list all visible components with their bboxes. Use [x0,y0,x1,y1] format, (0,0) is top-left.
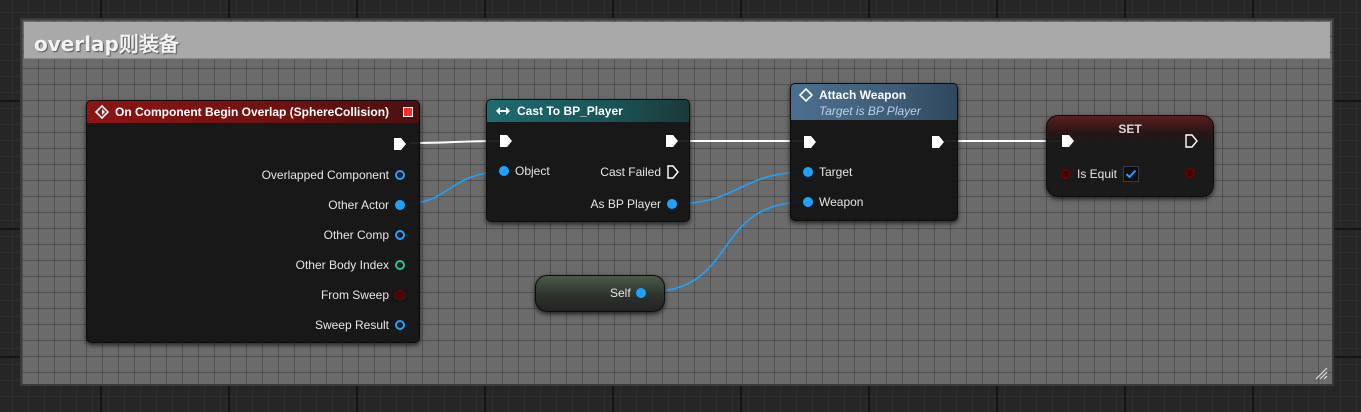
checkmark-icon [1125,169,1137,179]
pin-label: Object [515,164,550,178]
int-pin-icon[interactable] [395,260,405,270]
cast-node-header[interactable]: Cast To BP_Player [487,100,689,122]
attach-node-subtitle: Target is BP Player [819,104,921,118]
pin-label: Other Body Index [295,258,389,272]
bool-pin-icon[interactable] [1061,169,1071,179]
pin-row-overlapped-component[interactable]: Overlapped Component [262,168,405,182]
set-node[interactable]: SET Is Equit [1046,115,1214,197]
exec-in-pin-icon[interactable] [1061,134,1075,148]
pin-label: Cast Failed [600,165,661,179]
pin-row-other-comp[interactable]: Other Comp [324,228,405,242]
pin-row-is-equit[interactable]: Is Equit [1061,166,1140,182]
object-pin-icon[interactable] [667,199,677,209]
exec-out-hollow-pin-icon[interactable] [1185,134,1199,148]
pin-label: Other Actor [328,198,389,212]
self-node[interactable]: Self [535,275,665,312]
data-wire-asplayer-to-target [672,171,807,205]
pin-row-sweep-result[interactable]: Sweep Result [315,318,405,332]
is-equit-checkbox[interactable] [1123,166,1140,182]
event-node-begin-overlap[interactable]: On Component Begin Overlap (SphereCollis… [86,100,420,343]
pin-row-weapon[interactable]: Weapon [803,195,863,209]
pin-row-other-actor[interactable]: Other Actor [328,198,405,212]
pin-label: Is Equit [1077,167,1118,181]
object-pin-icon[interactable] [499,166,509,176]
function-icon [799,88,813,102]
pin-label: Target [819,165,853,179]
event-diamond-icon [95,105,109,119]
object-pin-icon[interactable] [803,167,813,177]
exec-in-pin-icon[interactable] [803,135,817,149]
exec-out-pin-icon[interactable] [393,137,407,151]
pin-row-as-bp-player[interactable]: As BP Player [591,197,677,211]
attach-node-header[interactable]: Attach Weapon Target is BP Player [791,84,957,120]
pin-row-from-sweep[interactable]: From Sweep [321,288,405,302]
pin-row-other-body-index[interactable]: Other Body Index [296,258,405,272]
object-pin-icon[interactable] [395,200,405,210]
pin-label: Other Comp [323,228,389,242]
cast-node-title: Cast To BP_Player [517,104,623,118]
pin-label: Sweep Result [314,318,389,332]
pin-row-cast-failed[interactable]: Cast Failed [600,165,679,179]
self-label: Self [610,286,631,300]
attach-weapon-node[interactable]: Attach Weapon Target is BP Player Target… [790,83,958,221]
pin-row-object[interactable]: Object [499,164,550,178]
event-node-header[interactable]: On Component Begin Overlap (SphereCollis… [87,101,419,123]
exec-out-hollow-pin-icon[interactable] [667,165,679,179]
event-node-title: On Component Begin Overlap (SphereCollis… [115,105,390,119]
object-pin-icon[interactable] [803,197,813,207]
object-pin-icon[interactable] [395,230,405,240]
pin-label: Weapon [819,195,864,209]
attach-node-title: Attach Weapon [819,88,907,102]
struct-pin-icon[interactable] [395,320,405,330]
object-pin-icon[interactable] [395,170,405,180]
exec-out-pin-icon[interactable] [931,135,945,149]
exec-out-pin-icon[interactable] [665,134,679,148]
pin-label: From Sweep [320,288,389,302]
exec-in-pin-icon[interactable] [499,134,513,148]
pin-row-target[interactable]: Target [803,165,852,179]
bool-out-pin-icon[interactable] [1185,168,1195,178]
delegate-pin-icon[interactable] [403,107,413,117]
bool-pin-icon[interactable] [395,290,405,300]
cast-node[interactable]: Cast To BP_Player Object Cast Failed As … [486,99,690,222]
pin-label: Overlapped Component [261,168,389,182]
object-out-pin-icon[interactable] [636,288,646,298]
cast-arrows-icon [496,107,510,115]
pin-label: As BP Player [590,197,661,211]
